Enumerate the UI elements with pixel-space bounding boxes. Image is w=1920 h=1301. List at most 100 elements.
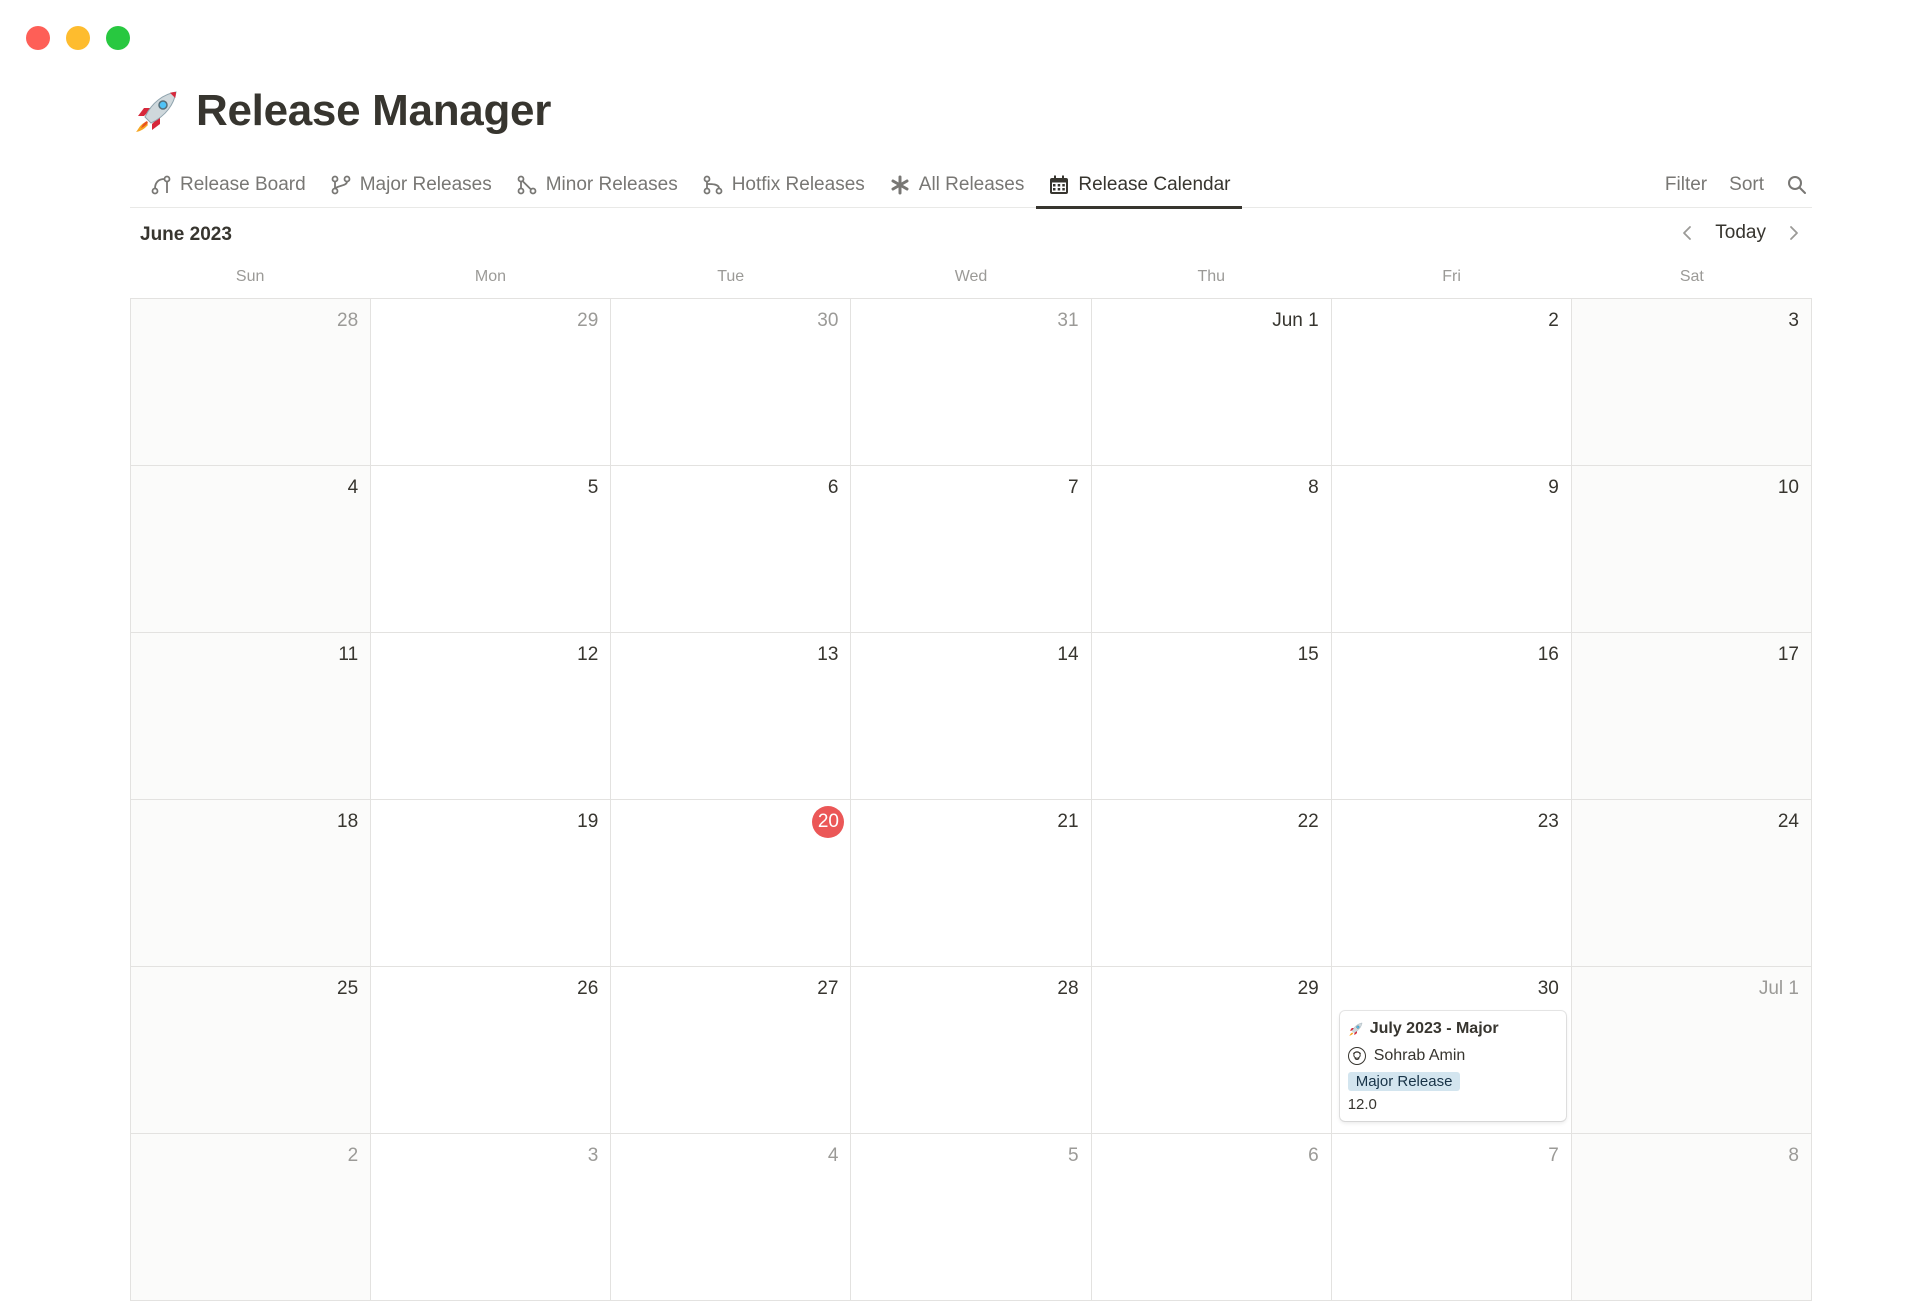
tab-all-releases[interactable]: All Releases xyxy=(877,162,1037,208)
asterisk-icon xyxy=(891,175,909,195)
day-number: 7 xyxy=(1548,1145,1559,1166)
day-number: 2 xyxy=(347,1145,359,1166)
today-date-badge: 20 xyxy=(812,806,845,838)
weekday-label: Thu xyxy=(1197,268,1226,285)
calendar-day-cell[interactable]: Jun 1 xyxy=(1091,299,1332,466)
calendar-day-cell[interactable]: 3 xyxy=(371,1134,612,1301)
calendar-day-cell[interactable]: 2 xyxy=(131,1134,372,1301)
calendar-day-cell[interactable]: 22 xyxy=(1091,800,1332,967)
chevron-right-icon xyxy=(1790,226,1798,240)
page-header: Release Manager xyxy=(132,86,551,136)
weekday-header: Sun Mon Tue Wed Thu Fri Sat xyxy=(130,268,1812,286)
day-number: 9 xyxy=(1548,477,1559,498)
calendar-day-cell[interactable]: 6 xyxy=(1091,1134,1332,1301)
calendar-day-cell[interactable]: 14 xyxy=(851,633,1092,800)
day-number: 15 xyxy=(1297,644,1319,665)
calendar-day-cell[interactable]: 25 xyxy=(131,967,372,1134)
calendar-event-card[interactable]: July 2023 - Major Sohrab Amin Major Rele… xyxy=(1339,1011,1566,1121)
calendar-day-cell[interactable]: 12 xyxy=(371,633,612,800)
calendar-day-cell[interactable]: 26 xyxy=(371,967,612,1134)
minimize-window-button[interactable] xyxy=(66,26,90,50)
today-button[interactable]: Today xyxy=(1715,222,1766,244)
day-number: 18 xyxy=(337,811,359,832)
calendar-day-cell[interactable]: 5 xyxy=(851,1134,1092,1301)
calendar-day-cell[interactable]: 4 xyxy=(131,466,372,633)
calendar-day-cell[interactable]: 31 xyxy=(851,299,1092,466)
tab-release-board[interactable]: Release Board xyxy=(138,162,318,208)
calendar-day-cell[interactable]: 4 xyxy=(611,1134,852,1301)
calendar-day-cell[interactable]: 7 xyxy=(851,466,1092,633)
day-number: 23 xyxy=(1537,811,1559,832)
event-owner-name: Sohrab Amin xyxy=(1373,1047,1466,1064)
day-number: 26 xyxy=(577,978,599,999)
day-number: 21 xyxy=(1057,811,1079,832)
filter-button[interactable]: Filter xyxy=(1665,174,1707,196)
calendar-day-cell[interactable]: 29 xyxy=(1091,967,1332,1134)
weekday-label: Sat xyxy=(1679,268,1704,285)
calendar-day-cell[interactable]: 3 xyxy=(1571,299,1812,466)
day-number: 28 xyxy=(337,310,359,331)
calendar-day-cell[interactable]: 28 xyxy=(131,299,372,466)
calendar-day-cell[interactable]: 28 xyxy=(851,967,1092,1134)
calendar-day-cell[interactable]: 19 xyxy=(371,800,612,967)
day-number: 28 xyxy=(1057,978,1079,999)
calendar-day-cell[interactable]: 2 xyxy=(1331,299,1572,466)
day-number: 6 xyxy=(1308,1145,1319,1166)
search-button[interactable] xyxy=(1786,174,1808,196)
tab-major-releases[interactable]: Major Releases xyxy=(318,162,504,208)
calendar-day-cell[interactable]: 27 xyxy=(611,967,852,1134)
calendar-day-cell[interactable]: 30 July 2023 - Major Sohrab Amin Major R… xyxy=(1331,967,1572,1134)
calendar-day-cell[interactable]: 17 xyxy=(1571,633,1812,800)
calendar-day-cell[interactable]: 24 xyxy=(1571,800,1812,967)
calendar-day-cell[interactable]: 18 xyxy=(131,800,372,967)
day-number: 27 xyxy=(817,978,839,999)
calendar-day-cell[interactable]: 20 xyxy=(611,800,852,967)
calendar-day-cell[interactable]: 15 xyxy=(1091,633,1332,800)
day-number: 25 xyxy=(337,978,359,999)
search-icon xyxy=(1788,176,1806,194)
next-month-button[interactable] xyxy=(1784,224,1802,242)
day-number: 7 xyxy=(1067,477,1079,498)
day-number: 16 xyxy=(1537,644,1559,665)
day-number: Jul 1 xyxy=(1758,978,1799,999)
calendar-day-cell[interactable]: 8 xyxy=(1571,1134,1812,1301)
calendar-day-cell[interactable]: 5 xyxy=(371,466,612,633)
calendar-day-cell[interactable]: 29 xyxy=(371,299,612,466)
rocket-icon xyxy=(136,91,177,132)
calendar-icon xyxy=(1050,175,1069,194)
tab-hotfix-releases[interactable]: Hotfix Releases xyxy=(690,162,877,208)
calendar-day-cell[interactable]: 6 xyxy=(611,466,852,633)
tab-minor-releases[interactable]: Minor Releases xyxy=(504,162,690,208)
calendar-day-cell[interactable]: 16 xyxy=(1331,633,1572,800)
close-window-button[interactable] xyxy=(26,26,50,50)
day-number: 4 xyxy=(827,1145,839,1166)
day-number: 19 xyxy=(577,811,599,832)
weekday-label: Sun xyxy=(235,268,265,285)
day-number: 3 xyxy=(1788,310,1799,331)
tab-release-calendar[interactable]: Release Calendar xyxy=(1036,162,1243,209)
day-number: 5 xyxy=(1067,1145,1079,1166)
maximize-window-button[interactable] xyxy=(106,26,130,50)
tab-label: Release Board xyxy=(180,174,306,195)
calendar-day-cell[interactable]: 10 xyxy=(1571,466,1812,633)
calendar-day-cell[interactable]: Jul 1 xyxy=(1571,967,1812,1134)
calendar-day-cell[interactable]: 11 xyxy=(131,633,372,800)
day-number: 14 xyxy=(1057,644,1079,665)
event-tag: Major Release xyxy=(1347,1072,1461,1091)
event-title-row: July 2023 - Major xyxy=(1348,1017,1558,1041)
day-number: 2 xyxy=(1548,310,1559,331)
calendar-day-cell[interactable]: 8 xyxy=(1091,466,1332,633)
calendar-day-cell[interactable]: 30 xyxy=(611,299,852,466)
page-title: Release Manager xyxy=(196,86,552,135)
calendar-day-cell[interactable]: 13 xyxy=(611,633,852,800)
day-number: 10 xyxy=(1777,477,1799,498)
calendar-day-cell[interactable]: 21 xyxy=(851,800,1092,967)
calendar-day-cell[interactable]: 7 xyxy=(1331,1134,1572,1301)
day-number: 22 xyxy=(1297,811,1319,832)
calendar-day-cell[interactable]: 9 xyxy=(1331,466,1572,633)
sort-button[interactable]: Sort xyxy=(1729,174,1764,196)
calendar-day-cell[interactable]: 23 xyxy=(1331,800,1572,967)
chevron-left-icon xyxy=(1683,226,1692,240)
previous-month-button[interactable] xyxy=(1679,224,1697,242)
view-tabs: Release Board Major Releases Minor Relea… xyxy=(138,162,1243,209)
